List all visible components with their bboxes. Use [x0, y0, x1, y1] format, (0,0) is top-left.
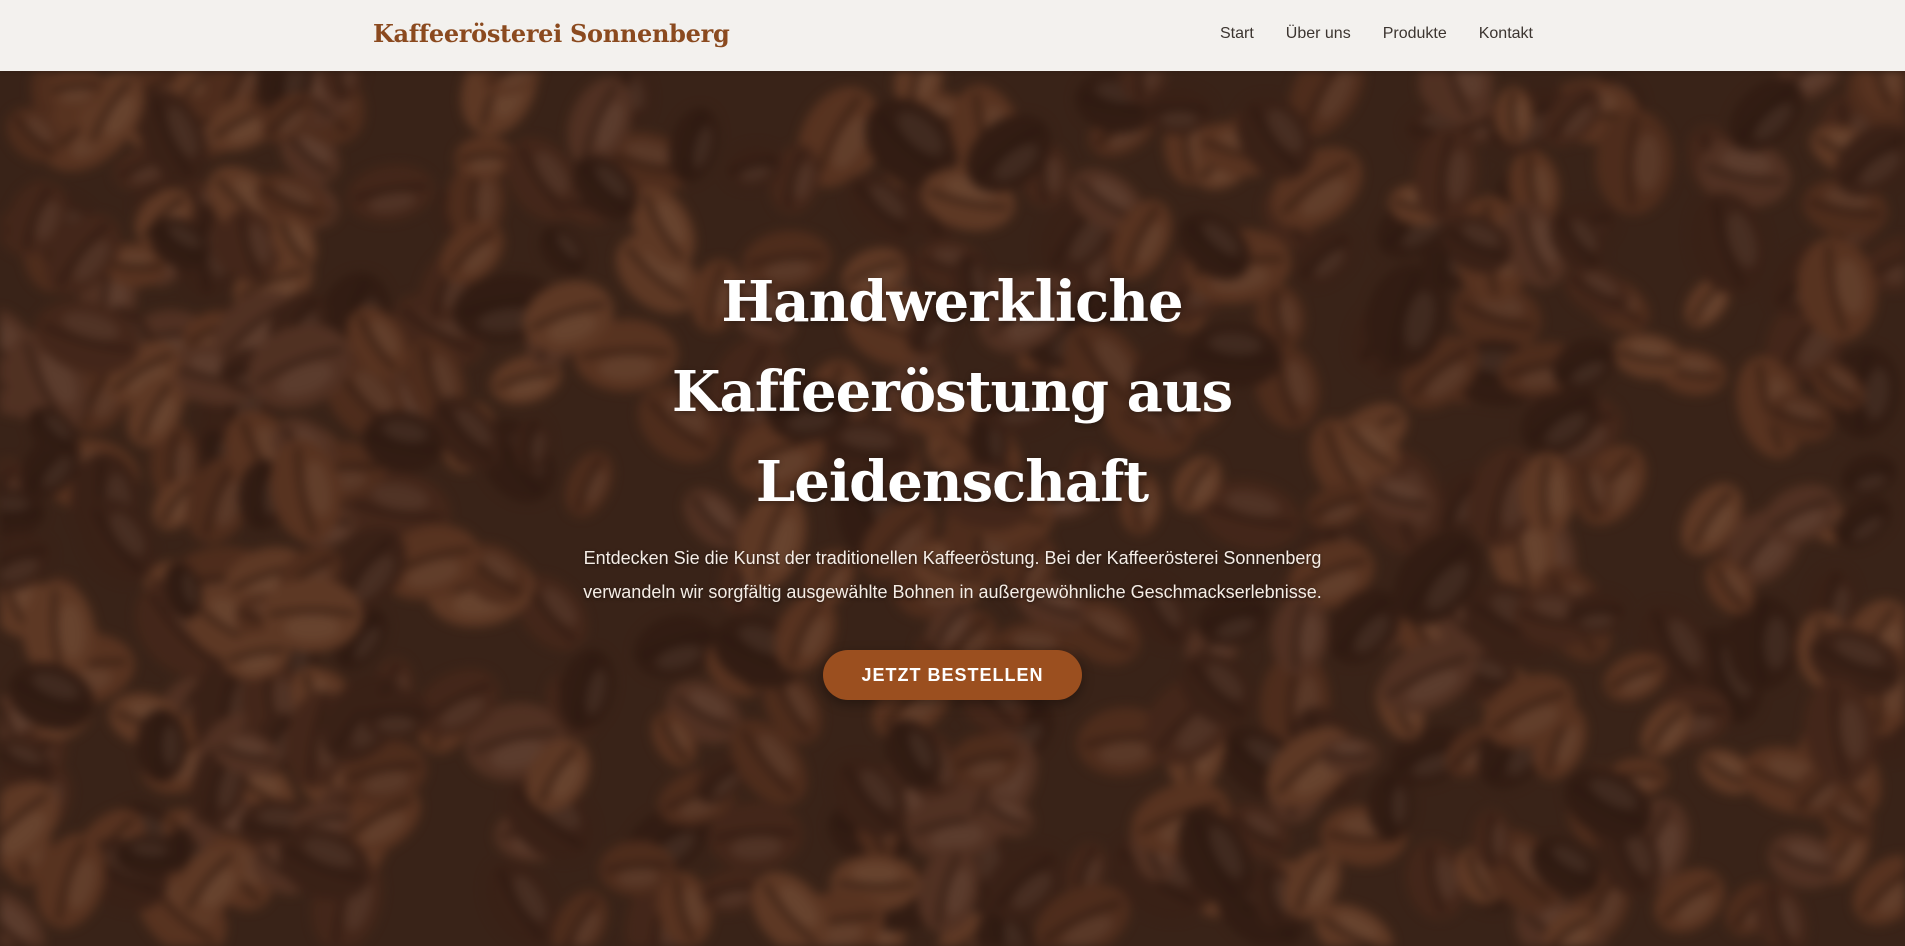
hero-subtitle: Entdecken Sie die Kunst der traditionell…	[583, 548, 1322, 602]
nav-link-start[interactable]: Start	[1220, 25, 1254, 43]
hero-content: Handwerkliche Kaffeeröstung aus Leidensc…	[0, 71, 1905, 946]
order-now-button[interactable]: JETZT BESTELLEN	[823, 650, 1082, 700]
hero-title: Handwerkliche Kaffeeröstung aus Leidensc…	[671, 269, 1233, 515]
nav-link-about[interactable]: Über uns	[1286, 25, 1351, 43]
site-header: Kaffeerösterei Sonnenberg Start Über uns…	[0, 0, 1905, 71]
nav-link-contact[interactable]: Kontakt	[1479, 25, 1533, 43]
hero-section: Handwerkliche Kaffeeröstung aus Leidensc…	[0, 71, 1905, 946]
nav-link-products[interactable]: Produkte	[1383, 25, 1447, 43]
brand-logo[interactable]: Kaffeerösterei Sonnenberg	[373, 19, 730, 48]
main-nav: Start Über uns Produkte Kontakt	[1220, 25, 1533, 43]
